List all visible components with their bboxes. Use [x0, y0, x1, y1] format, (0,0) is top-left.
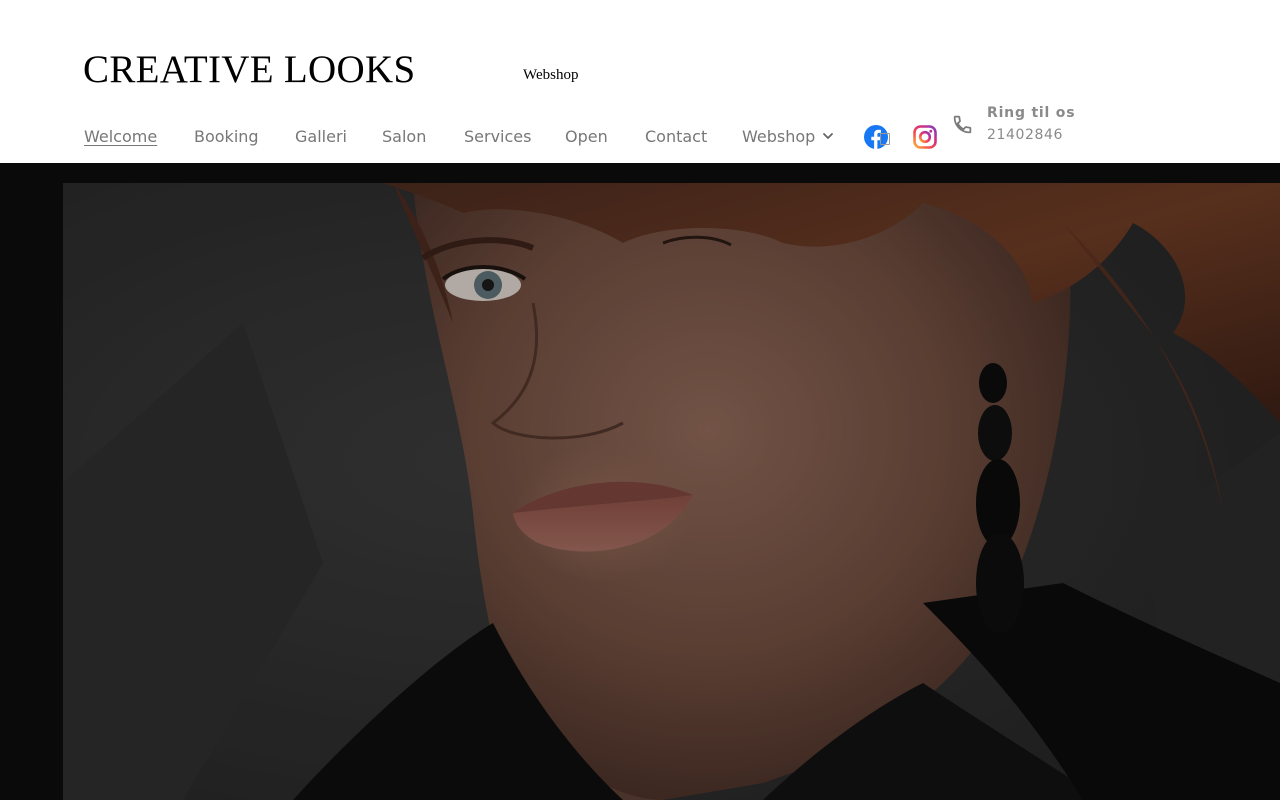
- instagram-icon[interactable]: [913, 125, 937, 149]
- phone-number[interactable]: 21402846: [987, 126, 1063, 144]
- phone-icon: [953, 115, 972, 134]
- nav-item-salon[interactable]: Salon: [382, 126, 426, 148]
- hero-portrait-image: [63, 183, 1280, 800]
- nav-item-services[interactable]: Services: [464, 126, 531, 148]
- chevron-down-icon[interactable]: [822, 131, 834, 141]
- nav-item-welcome[interactable]: Welcome: [84, 126, 157, 148]
- top-webshop-link[interactable]: Webshop: [523, 66, 578, 84]
- nav-item-webshop[interactable]: Webshop: [742, 126, 815, 148]
- phone-label: Ring til os: [987, 105, 1076, 121]
- site-logo[interactable]: CREATIVE LOOKS: [83, 48, 415, 92]
- nav-item-open[interactable]: Open: [565, 126, 608, 148]
- nav-item-contact[interactable]: Contact: [645, 126, 707, 148]
- broken-image-icon: [880, 133, 890, 145]
- nav-item-galleri[interactable]: Galleri: [295, 126, 347, 148]
- site-header: CREATIVE LOOKS Webshop Welcome Booking G…: [0, 0, 1280, 163]
- nav-item-booking[interactable]: Booking: [194, 126, 259, 148]
- hero-section: [0, 163, 1280, 800]
